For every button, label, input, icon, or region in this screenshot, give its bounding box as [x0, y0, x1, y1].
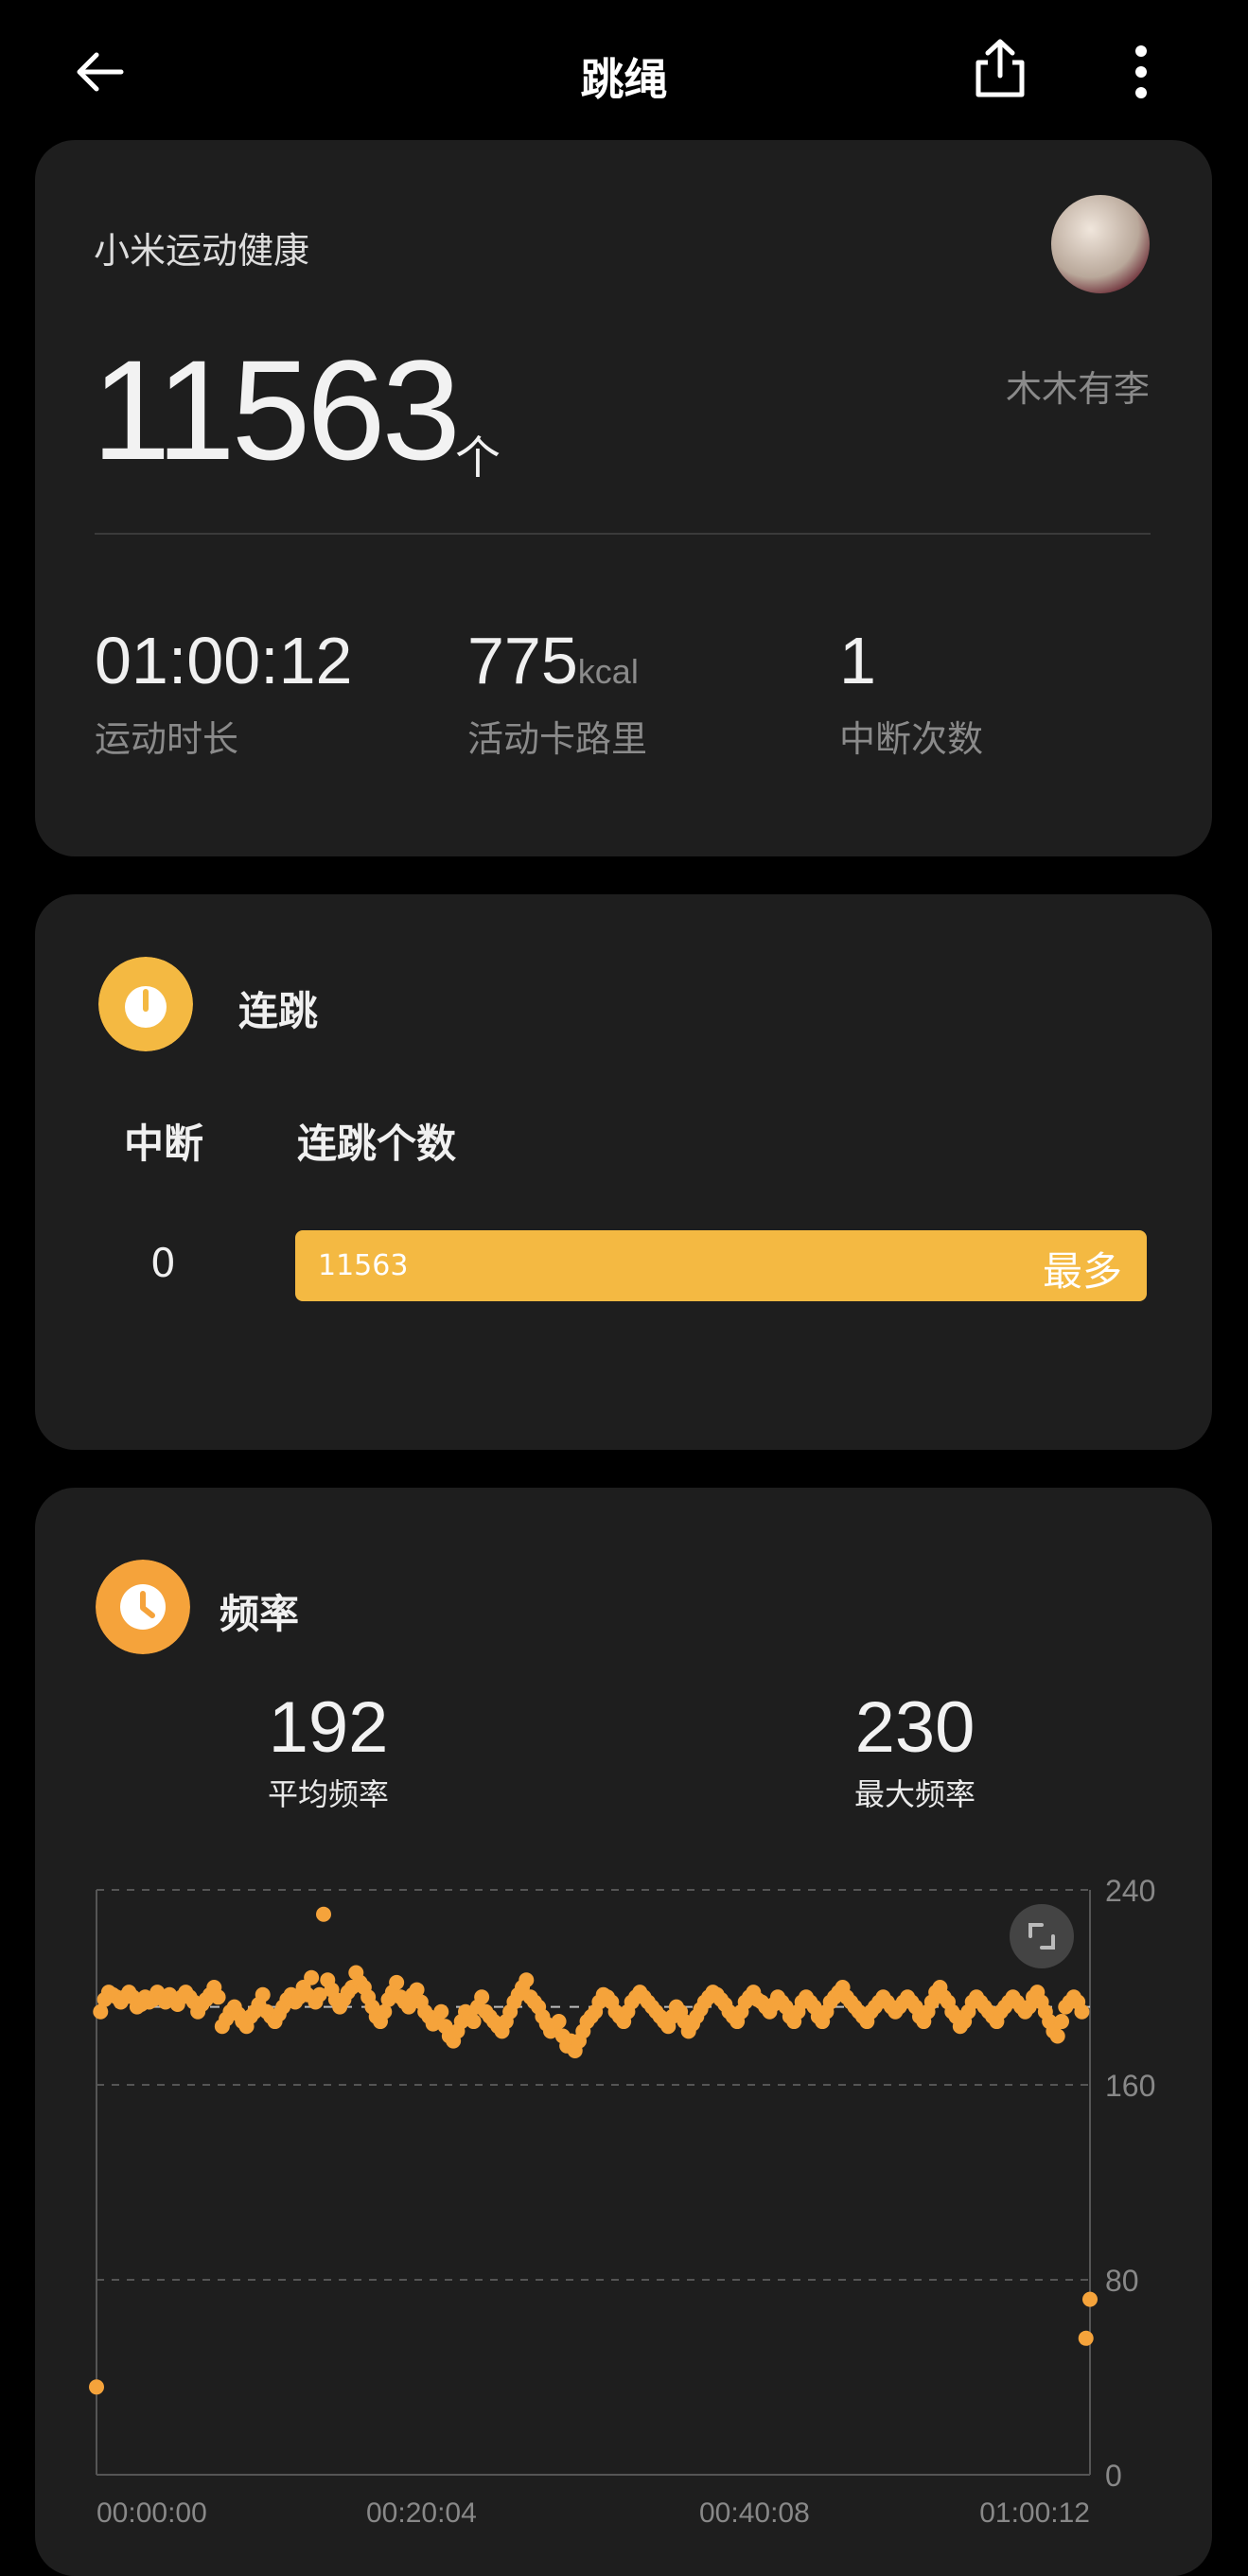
y-tick-label: 0 — [1105, 2459, 1122, 2493]
stat-value: 1 — [839, 624, 876, 697]
col-header-interrupt: 中断 — [124, 1120, 204, 1167]
bar-tag: 最多 — [1042, 1248, 1122, 1295]
data-point — [519, 1972, 535, 1988]
data-point — [1082, 2291, 1098, 2307]
stat-label: 运动时长 — [95, 718, 239, 760]
jump-count-unit: 个 — [455, 432, 501, 485]
more-options-icon[interactable] — [1126, 44, 1156, 100]
share-icon[interactable] — [973, 38, 1028, 98]
consecutive-bar: 11563 最多 — [295, 1230, 1147, 1301]
data-point — [304, 1969, 320, 1985]
x-tick-label: 00:20:04 — [366, 2497, 477, 2529]
stat-label: 活动卡路里 — [467, 718, 648, 760]
bar-value: 11563 — [318, 1249, 409, 1282]
username: 木木有李 — [1005, 368, 1150, 410]
expand-icon — [1028, 1923, 1055, 1950]
data-point — [1054, 2014, 1069, 2030]
y-tick-label: 80 — [1105, 2264, 1139, 2298]
data-point — [551, 2014, 567, 2030]
x-tick-label: 00:40:08 — [699, 2497, 810, 2529]
stat-value: 775kcal — [467, 624, 639, 697]
stat-unit: kcal — [577, 652, 639, 691]
data-point — [1049, 2028, 1065, 2044]
interrupt-value: 0 — [150, 1240, 176, 1286]
data-point — [316, 1906, 331, 1922]
section-title: 连跳 — [238, 988, 319, 1034]
col-header-count: 连跳个数 — [297, 1120, 457, 1167]
data-point — [474, 1989, 490, 2005]
frequency-chart: 240 160 80 0 00:00:00 00:20:04 00:40:08 01:00:1… — [89, 1874, 1155, 2529]
x-tick-label: 01:00:12 — [979, 2497, 1090, 2529]
data-point — [1074, 2003, 1090, 2020]
expand-chart-button[interactable] — [1010, 1904, 1074, 1968]
stat-interruptions: 1 中断次数 — [839, 623, 983, 762]
y-tick-label: 160 — [1105, 2069, 1155, 2103]
page-title: 跳绳 — [580, 54, 668, 105]
stat-value: 01:00:12 — [95, 624, 353, 697]
frequency-card: 频率 192 平均频率 230 最大频率 240 160 80 0 00:00:00 00… — [35, 1488, 1212, 2576]
stat-duration: 01:00:12 运动时长 — [95, 623, 352, 762]
data-point — [433, 2003, 449, 2020]
data-point — [466, 2014, 482, 2030]
top-bar: 跳绳 — [0, 0, 1248, 140]
y-tick-label: 240 — [1105, 1874, 1155, 1908]
x-tick-label: 00:00:00 — [97, 2497, 207, 2529]
data-point — [89, 2379, 104, 2395]
data-point — [255, 1986, 271, 2003]
stat-label: 中断次数 — [839, 718, 984, 760]
data-point — [389, 1974, 405, 1990]
consecutive-card: 连跳 中断 连跳个数 0 11563 最多 — [35, 894, 1212, 1450]
avatar[interactable] — [1051, 195, 1150, 293]
stopwatch-icon — [98, 957, 193, 1051]
data-point — [1078, 2330, 1094, 2346]
summary-card: 小米运动健康 11563 个 木木有李 01:00:12 运动时长 775kca… — [35, 140, 1212, 856]
brand-label: 小米运动健康 — [94, 230, 310, 272]
data-point — [210, 1989, 226, 2005]
jump-count: 11563 — [92, 330, 461, 489]
divider — [95, 533, 1151, 535]
stat-calories: 775kcal 活动卡路里 — [467, 623, 647, 762]
